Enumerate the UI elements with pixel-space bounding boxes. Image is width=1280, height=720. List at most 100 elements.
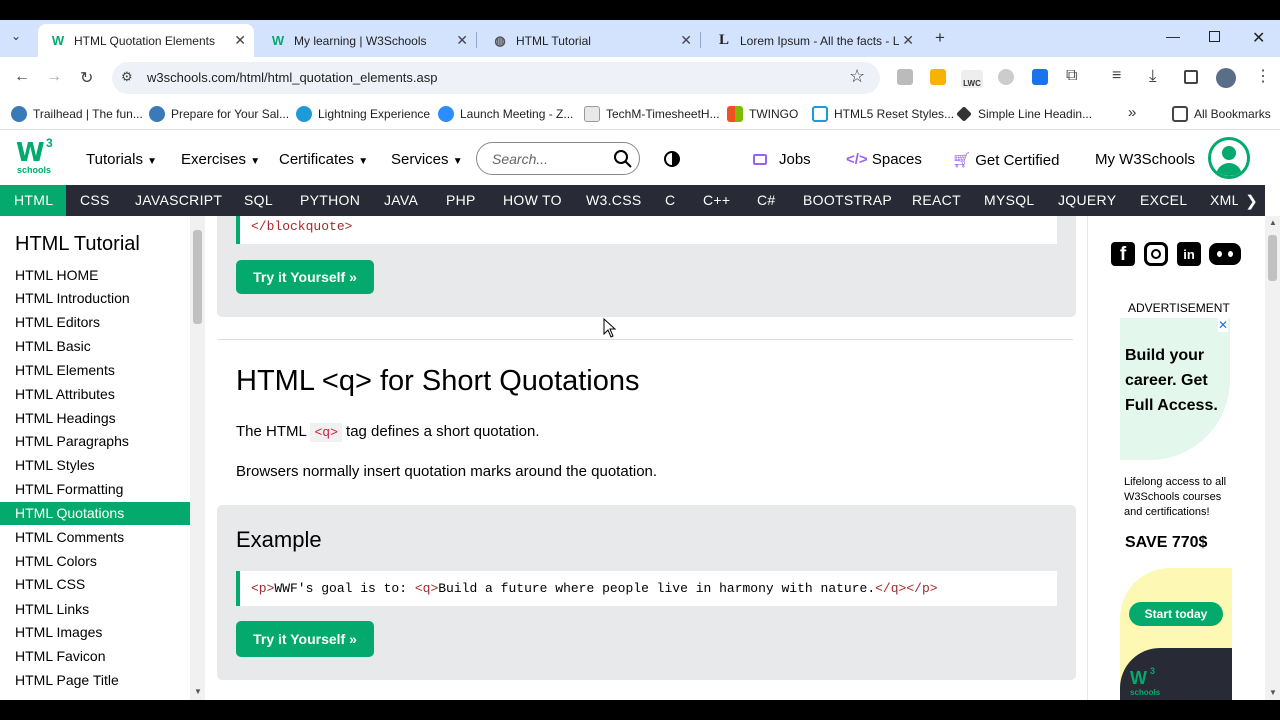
sidebar-item[interactable]: HTML Styles <box>0 454 190 477</box>
sidebar-item[interactable]: HTML Formatting <box>0 478 190 501</box>
page-scroll-up-arrow-icon[interactable]: ▲ <box>1269 218 1277 227</box>
restore-icon[interactable] <box>1209 31 1220 42</box>
side-panel-icon[interactable] <box>1184 70 1198 84</box>
bookmark-item[interactable]: Launch Meeting - Z... <box>438 106 573 122</box>
sidebar-item[interactable]: HTML Favicon <box>0 645 190 668</box>
topic-html[interactable]: HTML <box>14 192 53 208</box>
try-it-yourself-button[interactable]: Try it Yourself » <box>236 260 374 294</box>
new-tab-plus-icon[interactable]: + <box>935 28 945 48</box>
try-it-yourself-button[interactable]: Try it Yourself » <box>236 621 374 657</box>
get-certified-link[interactable]: 🛒︎ Get Certified <box>952 151 1059 169</box>
menu-exercises[interactable]: Exercises ▼ <box>181 151 260 168</box>
bookmark-item[interactable]: Simple Line Headin... <box>956 106 1092 122</box>
topic-php[interactable]: PHP <box>446 192 476 208</box>
topic-css[interactable]: CSS <box>80 192 110 208</box>
sidebar-item[interactable]: HTML Attributes <box>0 383 190 406</box>
sidebar-item[interactable]: HTML CSS <box>0 573 190 596</box>
close-icon[interactable]: ✕ <box>680 32 692 49</box>
globe-extension-icon[interactable] <box>998 69 1014 85</box>
more-bookmarks-icon[interactable]: » <box>1128 104 1136 121</box>
facebook-icon[interactable]: f <box>1111 242 1135 266</box>
minimize-icon[interactable]: — <box>1166 28 1180 44</box>
bookmark-star-icon[interactable]: ☆ <box>849 66 865 87</box>
topic-mysql[interactable]: MYSQL <box>984 192 1035 208</box>
w3schools-logo[interactable]: W 3 schools <box>16 136 60 178</box>
sidebar-item[interactable]: HTML Basic <box>0 335 190 358</box>
bookmark-item[interactable]: HTML5 Reset Styles... <box>812 106 954 122</box>
topnav-next-chevron-icon[interactable]: ❯ <box>1238 185 1265 216</box>
forward-arrow-icon[interactable]: → <box>46 68 62 86</box>
jobs-link[interactable]: Jobs <box>753 151 811 168</box>
menu-certificates[interactable]: Certificates ▼ <box>279 151 368 168</box>
topic-bootstrap[interactable]: BOOTSTRAP <box>803 192 892 208</box>
download-icon[interactable]: ⤓ <box>1149 66 1157 86</box>
browser-tab[interactable]: ◍ HTML Tutorial ✕ <box>480 24 701 57</box>
dark-mode-toggle-icon[interactable] <box>664 151 680 167</box>
page-scrollbar[interactable] <box>1265 216 1280 700</box>
sidebar-item[interactable]: HTML Comments <box>0 526 190 549</box>
sidebar-item[interactable]: HTML Images <box>0 621 190 644</box>
sidebar-item[interactable]: HTML Headings <box>0 407 190 430</box>
ad-close-icon[interactable]: ✕ <box>1218 318 1229 332</box>
close-icon[interactable]: ✕ <box>456 32 468 49</box>
discord-icon[interactable] <box>1209 243 1241 265</box>
extensions-puzzle-icon[interactable]: ⧉ <box>1066 67 1077 85</box>
menu-tutorials[interactable]: Tutorials ▼ <box>86 151 157 168</box>
bookmark-item[interactable]: TWINGO <box>727 106 798 122</box>
sidebar-item[interactable]: HTML Introduction <box>0 287 190 310</box>
camera-extension-icon[interactable] <box>897 69 913 85</box>
ad-start-today-button[interactable]: Start today <box>1129 602 1223 626</box>
reload-icon[interactable]: ↻ <box>80 68 93 88</box>
back-arrow-icon[interactable]: ← <box>14 68 30 86</box>
topic-java[interactable]: JAVA <box>384 192 418 208</box>
user-avatar-icon[interactable] <box>1208 137 1250 179</box>
close-icon[interactable]: ✕ <box>902 32 914 49</box>
topic-python[interactable]: PYTHON <box>300 192 360 208</box>
topic-csharp[interactable]: C# <box>757 192 776 208</box>
topic-sql[interactable]: SQL <box>244 192 273 208</box>
sidebar-item-active[interactable]: HTML Quotations <box>0 502 190 525</box>
topic-c[interactable]: C <box>665 192 675 208</box>
media-queue-icon[interactable]: ≡ <box>1112 67 1121 85</box>
sidebar-item[interactable]: HTML Colors <box>0 550 190 573</box>
all-bookmarks[interactable]: All Bookmarks <box>1172 106 1271 122</box>
bookmark-item[interactable]: Prepare for Your Sal... <box>149 106 289 122</box>
instagram-icon[interactable] <box>1144 242 1168 266</box>
ad-banner[interactable]: ✕ Build your career. Get Full Access. Li… <box>1120 318 1232 700</box>
my-w3schools-link[interactable]: My W3Schools <box>1095 151 1195 168</box>
topic-xml[interactable]: XML <box>1210 192 1238 208</box>
tab-search-chevron-icon[interactable]: ⌄ <box>11 29 21 43</box>
record-extension-icon[interactable] <box>1032 69 1048 85</box>
sidebar-item[interactable]: HTML Paragraphs <box>0 430 190 453</box>
menu-services[interactable]: Services ▼ <box>391 151 463 168</box>
bookmark-item[interactable]: TechM-TimesheetH... <box>584 106 720 122</box>
page-scrollbar-thumb[interactable] <box>1268 235 1277 281</box>
sidebar-item[interactable]: HTML Links <box>0 598 190 621</box>
browser-menu-icon[interactable]: ⋮ <box>1255 66 1271 86</box>
search-icon[interactable] <box>613 149 633 169</box>
page-scroll-down-arrow-icon[interactable]: ▼ <box>1269 688 1277 697</box>
window-close-icon[interactable]: ✕ <box>1252 28 1265 48</box>
topic-jquery[interactable]: JQUERY <box>1058 192 1116 208</box>
sidebar-item[interactable]: HTML Elements <box>0 359 190 382</box>
sidebar-scrollbar-thumb[interactable] <box>193 230 202 324</box>
site-settings-icon[interactable]: ⚙ <box>121 69 133 85</box>
sidebar-item[interactable]: HTML Page Title <box>0 669 190 692</box>
topic-w3css[interactable]: W3.CSS <box>586 192 641 208</box>
spaces-link[interactable]: </> Spaces <box>846 151 922 168</box>
url-text[interactable]: w3schools.com/html/html_quotation_elemen… <box>147 70 437 85</box>
lwc-extension-icon[interactable]: LWC <box>961 70 983 88</box>
close-icon[interactable]: ✕ <box>234 32 246 49</box>
scroll-down-arrow-icon[interactable]: ▼ <box>194 687 202 696</box>
browser-tab[interactable]: L Lorem Ipsum - All the facts - Lip ✕ <box>704 24 922 57</box>
browser-tab-active[interactable]: W HTML Quotation Elements ✕ <box>38 24 254 57</box>
topic-cpp[interactable]: C++ <box>703 192 730 208</box>
topic-react[interactable]: REACT <box>912 192 961 208</box>
bookmark-item[interactable]: Trailhead | The fun... <box>11 106 143 122</box>
pencil-extension-icon[interactable] <box>930 69 946 85</box>
topic-javascript[interactable]: JAVASCRIPT <box>135 192 222 208</box>
bookmark-item[interactable]: Lightning Experience <box>296 106 430 122</box>
sidebar-item[interactable]: HTML HOME <box>0 264 190 287</box>
topic-excel[interactable]: EXCEL <box>1140 192 1187 208</box>
topic-howto[interactable]: HOW TO <box>503 192 562 208</box>
